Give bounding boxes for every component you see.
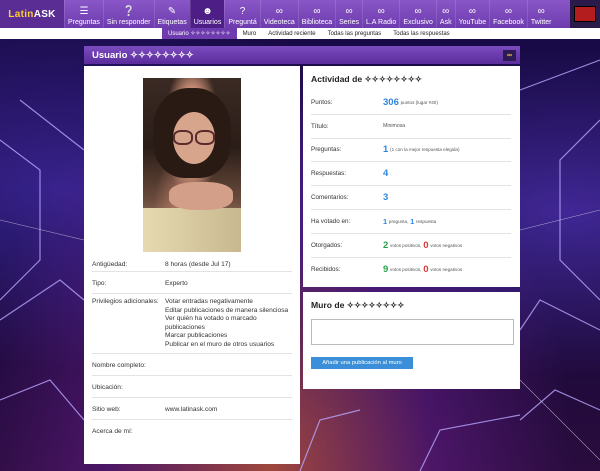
profile-row-acerca: Acerca de mí: bbox=[92, 427, 133, 435]
activity-title: Actividad de ✧✧✧✧✧✧✧✧ bbox=[311, 74, 423, 84]
owl-icon: ∞ bbox=[503, 49, 516, 61]
page-title: Usuario ✧✧✧✧✧✧✧✧ bbox=[92, 49, 194, 61]
infinity-icon: ∞ bbox=[504, 6, 513, 17]
profile-row-tipo: Tipo: Experto bbox=[92, 272, 292, 294]
subnav-todas-preguntas[interactable]: Todas las preguntas bbox=[322, 31, 388, 37]
activity-row-puntos: Puntos: 306 puntos (lugar #40) bbox=[311, 91, 511, 115]
activity-row-votado: Ha votado en: 1 pregunta, 1 respuesta bbox=[311, 210, 511, 234]
add-wall-post-button[interactable]: Añadir una publicación al muro bbox=[311, 357, 413, 369]
nav-videoteca[interactable]: ∞ Videoteca bbox=[259, 0, 298, 28]
site-logo[interactable]: Latin ASK bbox=[0, 0, 64, 28]
page-title-bar: Usuario ✧✧✧✧✧✧✧✧ ∞ bbox=[84, 46, 520, 64]
infinity-icon: ∞ bbox=[468, 6, 476, 17]
infinity-icon: ∞ bbox=[377, 6, 385, 17]
nav-etiquetas[interactable]: ✎ Etiquetas bbox=[153, 0, 190, 28]
tag-icon: ✎ bbox=[167, 6, 177, 17]
subnav-todas-respuestas[interactable]: Todas las respuestas bbox=[387, 31, 455, 37]
nav-ask[interactable]: ∞ Ask bbox=[435, 0, 455, 28]
profile-photo bbox=[143, 78, 241, 252]
subnav-muro[interactable]: Muro bbox=[237, 31, 263, 37]
website-link[interactable]: www.latinask.com bbox=[165, 406, 292, 413]
question-mark-icon: ? bbox=[239, 6, 246, 17]
activity-table: Puntos: 306 puntos (lugar #40) Título: M… bbox=[311, 91, 511, 281]
infinity-icon: ∞ bbox=[537, 6, 545, 17]
profile-row-nombre: Nombre completo: bbox=[92, 354, 292, 376]
subnav-usuario[interactable]: Usuario ✧✧✧✧✧✧✧✧ bbox=[162, 28, 237, 39]
activity-row-respuestas: Respuestas: 4 bbox=[311, 162, 511, 187]
profile-row-antiguedad: Antigüedad: 8 horas (desde Jul 17) bbox=[92, 258, 292, 272]
nav-twitter[interactable]: ∞ Twitter bbox=[526, 0, 555, 28]
profile-info: Antigüedad: 8 horas (desde Jul 17) Tipo:… bbox=[92, 258, 292, 441]
activity-row-titulo: Título: Minimosa bbox=[311, 115, 511, 139]
nav-series[interactable]: ∞ Series bbox=[335, 0, 362, 28]
nav-facebook[interactable]: ∞ Facebook bbox=[489, 0, 527, 28]
activity-row-otorgados: Otorgados: 2 votos positivos, 0 votos ne… bbox=[311, 234, 511, 258]
nav-preguntas[interactable]: ☰ Preguntas bbox=[64, 0, 103, 28]
infinity-icon: ∞ bbox=[442, 6, 450, 17]
wall-post-input[interactable] bbox=[311, 319, 514, 345]
infinity-icon: ∞ bbox=[414, 6, 422, 17]
sub-navigation: Usuario ✧✧✧✧✧✧✧✧ Muro Actividad reciente… bbox=[0, 28, 600, 39]
infinity-icon: ∞ bbox=[313, 6, 321, 17]
infinity-icon: ∞ bbox=[345, 6, 353, 17]
subnav-actividad-reciente[interactable]: Actividad reciente bbox=[262, 31, 321, 37]
top-navigation: Latin ASK ☰ Preguntas ❔ Sin responder ✎ Etiq… bbox=[0, 0, 600, 28]
user-avatar[interactable] bbox=[570, 0, 600, 28]
nav-la-radio[interactable]: ∞ L.A Radio bbox=[361, 0, 399, 28]
profile-row-ubicacion: Ubicación: bbox=[92, 376, 292, 398]
infinity-icon: ∞ bbox=[275, 6, 283, 17]
nav-exclusivo[interactable]: ∞ Exclusivo bbox=[399, 0, 436, 28]
profile-row-privilegios: Privilegios adicionales: Votar entradas … bbox=[92, 294, 292, 354]
wall-panel: Muro de ✧✧✧✧✧✧✧✧ Añadir una publicación … bbox=[303, 292, 520, 389]
nav-usuarios[interactable]: ☻ Usuarios bbox=[189, 0, 225, 28]
nav-biblioteca[interactable]: ∞ Biblioteca bbox=[297, 0, 335, 28]
activity-row-preguntas: Preguntas: 1 (1 con la mejor respuesta e… bbox=[311, 139, 511, 163]
activity-row-recibidos: Recibidos: 9 votos positivos, 0 votos ne… bbox=[311, 263, 463, 275]
list-icon: ☰ bbox=[79, 6, 89, 17]
wall-title: Muro de ✧✧✧✧✧✧✧✧ bbox=[311, 300, 405, 310]
nav-sin-responder[interactable]: ❔ Sin responder bbox=[102, 0, 154, 28]
users-icon: ☻ bbox=[202, 6, 213, 17]
nav-youtube[interactable]: ∞ YouTube bbox=[454, 0, 490, 28]
profile-panel: Antigüedad: 8 horas (desde Jul 17) Tipo:… bbox=[84, 66, 300, 464]
activity-row-comentarios: Comentarios: 3 bbox=[311, 186, 511, 210]
activity-panel: Actividad de ✧✧✧✧✧✧✧✧ Puntos: 306 puntos… bbox=[303, 66, 520, 287]
profile-row-web: Sitio web: www.latinask.com bbox=[92, 398, 292, 420]
nav-pregunta[interactable]: ? Preguntá bbox=[224, 0, 259, 28]
question-bubble-icon: ❔ bbox=[122, 6, 135, 17]
